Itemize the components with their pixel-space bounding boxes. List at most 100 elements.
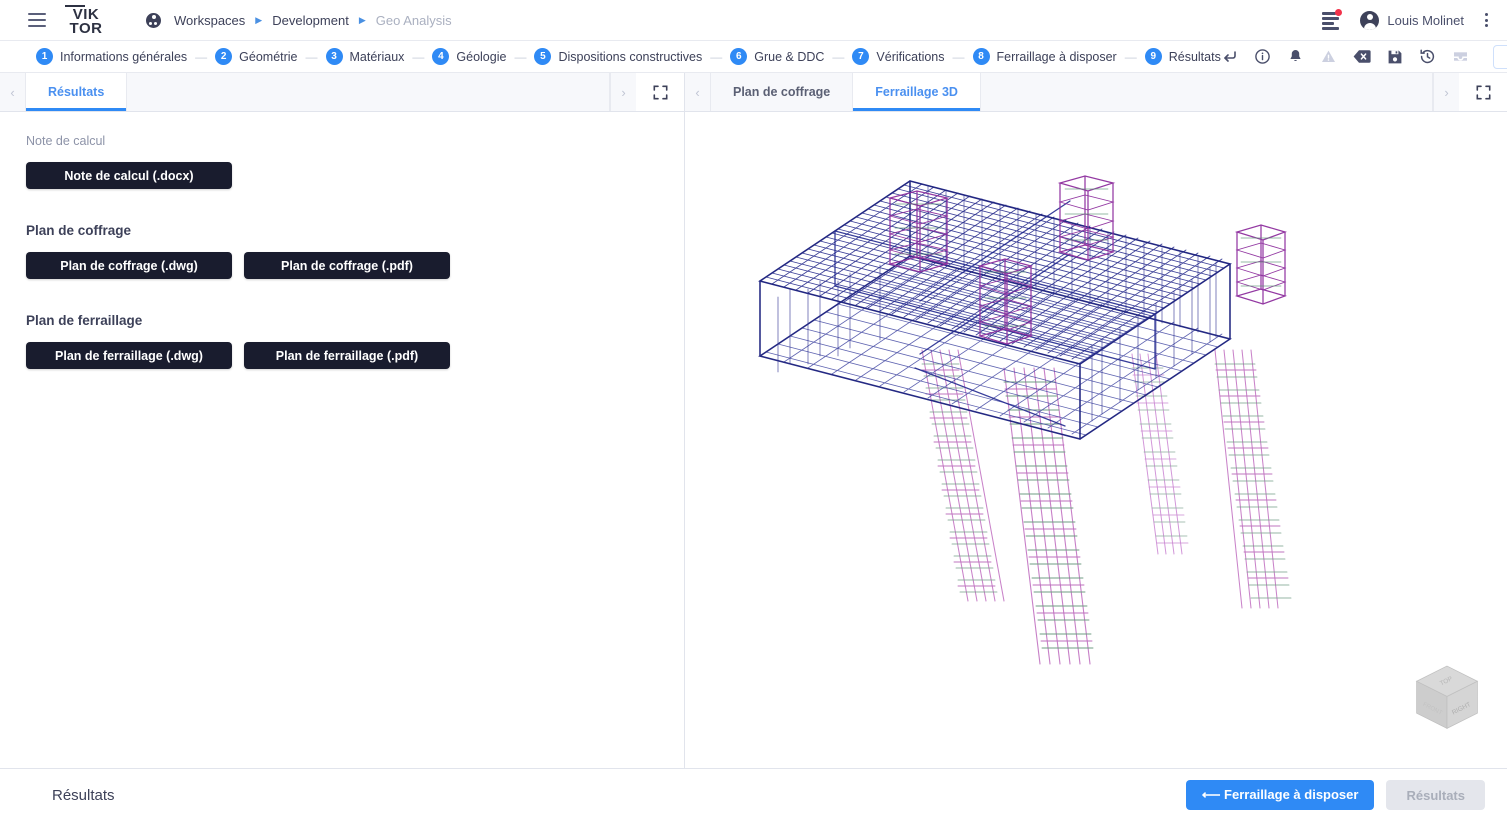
step-label-2: Géométrie: [239, 50, 297, 64]
step-number-1: 1: [36, 48, 53, 65]
step-item-4[interactable]: 4 Géologie: [432, 48, 506, 65]
step-label-5: Dispositions constructives: [558, 50, 702, 64]
tab-ferraillage-3d[interactable]: Ferraillage 3D: [853, 73, 981, 111]
download-coffrage-pdf-button[interactable]: Plan de coffrage (.pdf): [244, 252, 450, 279]
coffrage-button-row: Plan de coffrage (.dwg) Plan de coffrage…: [26, 252, 658, 279]
bottom-actions: ⟵ Ferraillage à disposer Résultats: [1186, 780, 1485, 810]
step-label-6: Grue & DDC: [754, 50, 824, 64]
pile-rebar-d: [1215, 350, 1291, 608]
note-de-calcul-label: Note de calcul: [26, 134, 658, 148]
right-panel: ‹ Plan de coffrage Ferraillage 3D ›: [685, 73, 1507, 768]
breadcrumb-separator-2: ▶: [359, 15, 366, 26]
left-panel-body: Note de calcul Note de calcul (.docx) Pl…: [0, 112, 684, 768]
three-d-viewport[interactable]: TOP FRONT RIGHT: [685, 112, 1507, 768]
previous-step-button[interactable]: ⟵ Ferraillage à disposer: [1186, 780, 1375, 810]
left-tabs: Résultats: [26, 73, 610, 111]
step-item-6[interactable]: 6 Grue & DDC: [730, 48, 824, 65]
right-tabstrip: ‹ Plan de coffrage Ferraillage 3D ›: [685, 73, 1507, 112]
app-header: VIK TOR Workspaces ▶ Development ▶ Geo A…: [0, 0, 1507, 41]
tab-plan-de-coffrage[interactable]: Plan de coffrage: [711, 73, 853, 111]
tab-resultats[interactable]: Résultats: [26, 73, 127, 111]
step-item-7[interactable]: 7 Vérifications: [852, 48, 944, 65]
right-tabs-next-icon[interactable]: ›: [1433, 73, 1459, 111]
right-panel-fullscreen-icon[interactable]: [1459, 73, 1507, 111]
next-step-button: Résultats: [1386, 780, 1485, 810]
step-divider-5: —: [710, 50, 722, 64]
more-options-icon[interactable]: [1482, 9, 1491, 31]
breadcrumb-item-geo-analysis[interactable]: Geo Analysis: [376, 13, 452, 28]
tab-plan-de-coffrage-label: Plan de coffrage: [733, 85, 830, 99]
right-tabs-prev-icon[interactable]: ‹: [685, 73, 711, 111]
step-divider-7: —: [953, 50, 965, 64]
step-item-2[interactable]: 2 Géométrie: [215, 48, 297, 65]
user-menu[interactable]: Louis Molinet: [1360, 11, 1464, 30]
save-icon[interactable]: [1386, 48, 1404, 66]
step-divider-3: —: [412, 50, 424, 64]
step-label-7: Vérifications: [876, 50, 944, 64]
right-tabs: Plan de coffrage Ferraillage 3D: [711, 73, 1433, 111]
main-content: ‹ Résultats › Note de calcul Note de cal…: [0, 73, 1507, 768]
left-tabs-prev-icon[interactable]: ‹: [0, 73, 26, 111]
breadcrumb-item-development[interactable]: Development: [272, 13, 349, 28]
breadcrumb-separator-1: ▶: [255, 15, 262, 26]
step-item-1[interactable]: 1 Informations générales: [36, 48, 187, 65]
step-number-5: 5: [534, 48, 551, 65]
step-divider-2: —: [306, 50, 318, 64]
breadcrumb-item-workspaces[interactable]: Workspaces: [174, 13, 245, 28]
viktor-logo[interactable]: VIK TOR: [64, 5, 108, 36]
clear-delete-icon[interactable]: [1353, 48, 1371, 66]
hamburger-icon[interactable]: [28, 13, 46, 27]
step-label-4: Géologie: [456, 50, 506, 64]
logo-line-2: TOR: [70, 22, 103, 36]
left-tabstrip: ‹ Résultats ›: [0, 73, 684, 112]
info-icon[interactable]: [1254, 48, 1272, 66]
step-label-1: Informations générales: [60, 50, 187, 64]
orientation-nav-cube[interactable]: TOP FRONT RIGHT: [1409, 660, 1485, 736]
left-panel-fullscreen-icon[interactable]: [636, 73, 684, 111]
step-list: 1 Informations générales — 2 Géométrie —…: [36, 48, 1221, 65]
finished-button[interactable]: Finished: [1493, 45, 1507, 69]
download-note-docx-button[interactable]: Note de calcul (.docx): [26, 162, 232, 189]
history-icon[interactable]: [1419, 48, 1437, 66]
plan-de-ferraillage-heading: Plan de ferraillage: [26, 313, 658, 328]
download-ferraillage-dwg-button[interactable]: Plan de ferraillage (.dwg): [26, 342, 232, 369]
step-number-8: 8: [973, 48, 990, 65]
avatar: [1360, 11, 1379, 30]
step-number-7: 7: [852, 48, 869, 65]
rebar-cage-model[interactable]: [685, 112, 1507, 768]
step-label-9: Résultats: [1169, 50, 1221, 64]
download-coffrage-dwg-button[interactable]: Plan de coffrage (.dwg): [26, 252, 232, 279]
step-item-3[interactable]: 3 Matériaux: [326, 48, 405, 65]
warning-triangle-icon[interactable]: [1320, 48, 1338, 66]
step-item-8[interactable]: 8 Ferraillage à disposer: [973, 48, 1117, 65]
step-divider-8: —: [1125, 50, 1137, 64]
plan-de-coffrage-heading: Plan de coffrage: [26, 223, 658, 238]
inbox-icon[interactable]: [1452, 48, 1470, 66]
step-divider-6: —: [832, 50, 844, 64]
step-item-9[interactable]: 9 Résultats: [1145, 48, 1221, 65]
step-divider-1: —: [195, 50, 207, 64]
pile-rebar-a: [922, 350, 1004, 601]
left-panel: ‹ Résultats › Note de calcul Note de cal…: [0, 73, 685, 768]
tab-ferraillage-3d-label: Ferraillage 3D: [875, 85, 958, 99]
step-item-5[interactable]: 5 Dispositions constructives: [534, 48, 702, 65]
bell-icon[interactable]: [1287, 48, 1305, 66]
pile-rebar-c: [1132, 354, 1188, 554]
workspaces-icon: [146, 13, 161, 28]
bottom-bar: Résultats ⟵ Ferraillage à disposer Résul…: [0, 768, 1507, 821]
step-label-8: Ferraillage à disposer: [997, 50, 1117, 64]
step-toolbar: Finished: [1221, 45, 1507, 69]
activity-feed-icon[interactable]: [1322, 12, 1342, 28]
enter-return-icon[interactable]: [1221, 48, 1239, 66]
tab-resultats-label: Résultats: [48, 85, 104, 99]
step-number-9: 9: [1145, 48, 1162, 65]
step-number-6: 6: [730, 48, 747, 65]
step-number-2: 2: [215, 48, 232, 65]
step-divider-4: —: [514, 50, 526, 64]
breadcrumb: Workspaces ▶ Development ▶ Geo Analysis: [146, 13, 452, 28]
note-button-row: Note de calcul (.docx): [26, 162, 658, 189]
step-number-4: 4: [432, 48, 449, 65]
pile-cap-bottom-mesh: [760, 256, 1230, 439]
left-tabs-next-icon[interactable]: ›: [610, 73, 636, 111]
download-ferraillage-pdf-button[interactable]: Plan de ferraillage (.pdf): [244, 342, 450, 369]
